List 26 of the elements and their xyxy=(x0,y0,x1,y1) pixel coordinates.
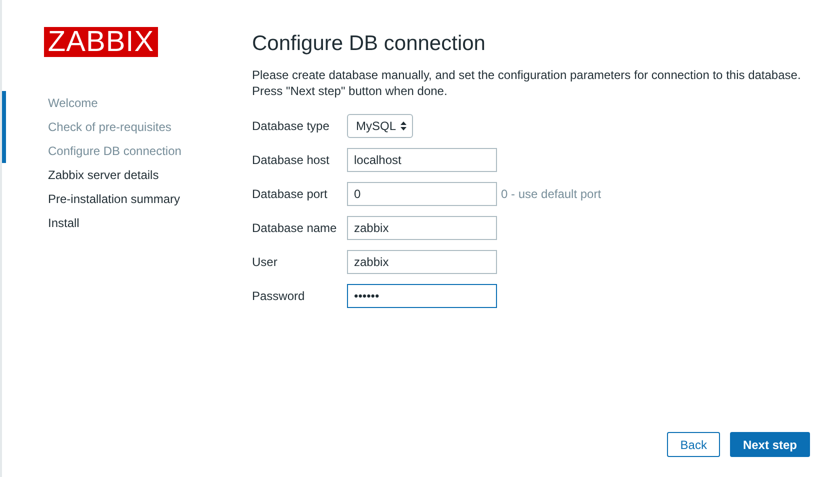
field-label: Database port xyxy=(252,187,328,201)
logo: ZABBIX xyxy=(44,27,158,57)
step-item: Pre-installation summary xyxy=(47,191,182,208)
description-text: Press "Next step" button when done. xyxy=(252,83,448,99)
step-item: Install xyxy=(47,215,80,232)
field-label: Password xyxy=(252,289,306,303)
step-item: Welcome xyxy=(2,91,252,115)
field-label: Database host xyxy=(252,153,330,167)
input-field[interactable]: localhost xyxy=(347,148,497,172)
step-item: Check of pre-requisites xyxy=(2,115,252,139)
page-title: Configure DB connection xyxy=(252,31,486,57)
input-field[interactable]: 0 xyxy=(347,182,497,206)
field-hint: 0 - use default port xyxy=(501,187,602,201)
updown-icon xyxy=(400,121,408,131)
next-button[interactable]: Next step xyxy=(730,432,810,457)
input-field[interactable]: zabbix xyxy=(347,216,497,240)
select-field[interactable]: MySQL xyxy=(347,114,414,138)
back-button[interactable]: Back xyxy=(667,432,720,457)
field-label: User xyxy=(252,255,278,269)
field-label: Database name xyxy=(252,221,338,235)
step-item: Zabbix server details xyxy=(47,167,160,184)
field-label: Database type xyxy=(252,119,330,133)
input-field[interactable]: •••••• xyxy=(347,284,497,308)
step-item: Configure DB connection xyxy=(2,139,252,163)
input-field[interactable]: zabbix xyxy=(347,250,497,274)
description-text: Please create database manually, and set the configuration parameters for connection to this database. xyxy=(252,67,802,83)
